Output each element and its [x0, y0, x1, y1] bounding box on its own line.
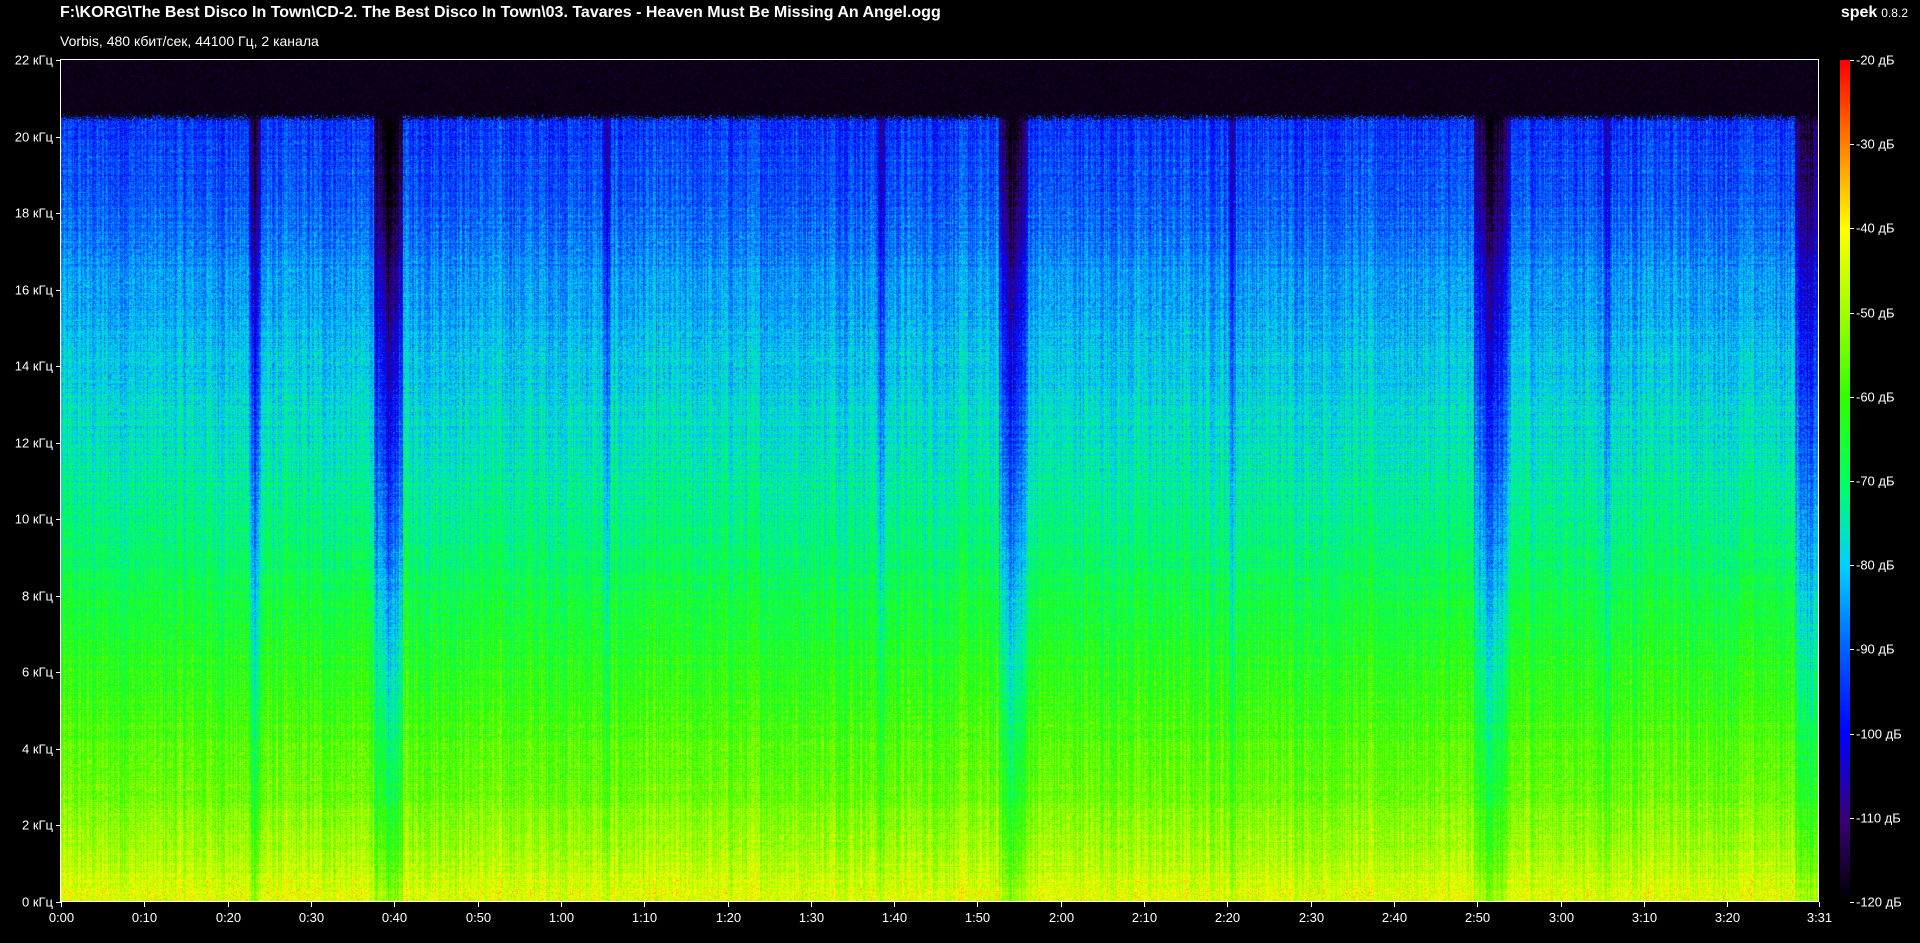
y-tick-label: 16 кГц	[15, 283, 54, 298]
x-tick-label: 0:20	[216, 910, 241, 925]
y-axis: 0 кГц 2 кГц 4 кГц 6 кГц 8 кГц 10 кГц 12 кГц 14 …	[15, 53, 61, 910]
x-tick-label: 2:10	[1132, 910, 1157, 925]
y-tick-label: 22 кГц	[15, 53, 54, 68]
x-tick-label: 3:00	[1549, 910, 1574, 925]
file-path-title: F:\KORG\The Best Disco In Town\CD-2. The…	[60, 4, 941, 21]
x-tick-label: 0:30	[299, 910, 324, 925]
x-tick-label: 2:30	[1299, 910, 1324, 925]
y-tick-label: 10 кГц	[15, 512, 54, 527]
y-tick-label: 2 кГц	[22, 818, 54, 833]
x-tick-label: 2:50	[1465, 910, 1490, 925]
x-tick-label: 0:40	[382, 910, 407, 925]
colorbar-tick-label: -40 дБ	[1856, 221, 1895, 236]
x-tick-label: 0:10	[132, 910, 157, 925]
x-tick-label: 2:20	[1215, 910, 1240, 925]
colorbar-axis: -20 дБ -30 дБ -40 дБ -50 дБ -60 дБ -70 дБ -80 …	[1850, 53, 1902, 910]
y-tick-label: 12 кГц	[15, 436, 54, 451]
app-version: 0.8.2	[1881, 6, 1908, 20]
x-tick-label: 2:00	[1049, 910, 1074, 925]
spectrogram-image	[61, 60, 1819, 902]
app-brand: spek 0.8.2	[1841, 4, 1908, 22]
colorbar-tick-label: -110 дБ	[1856, 811, 1901, 826]
stream-info: Vorbis, 480 кбит/сек, 44100 Гц, 2 канала	[60, 33, 319, 49]
colorbar-tick-label: -80 дБ	[1856, 558, 1895, 573]
y-tick-label: 4 кГц	[22, 742, 54, 757]
y-tick-label: 8 кГц	[22, 589, 54, 604]
colorbar-tick-label: -30 дБ	[1856, 137, 1895, 152]
y-tick-label: 14 кГц	[15, 359, 54, 374]
spek-window: F:\KORG\The Best Disco In Town\CD-2. The…	[0, 0, 1920, 943]
y-tick-label: 18 кГц	[15, 206, 54, 221]
x-axis: 0:00 0:10 0:20 0:30 0:40 0:50 1:00 1:10 1:20 1:30…	[49, 902, 1832, 925]
colorbar-tick-label: -50 дБ	[1856, 306, 1895, 321]
x-tick-label: 3:10	[1632, 910, 1657, 925]
colorbar-tick-label: -60 дБ	[1856, 390, 1895, 405]
colorbar-tick-label: -100 дБ	[1856, 727, 1902, 742]
x-tick-label: 3:20	[1715, 910, 1740, 925]
y-tick-label: 20 кГц	[15, 130, 54, 145]
x-tick-label: 0:00	[49, 910, 74, 925]
x-tick-label: 1:50	[965, 910, 990, 925]
colorbar-tick-label: -120 дБ	[1856, 895, 1902, 910]
x-tick-label: 1:20	[716, 910, 741, 925]
colorbar	[1840, 60, 1850, 902]
app-name: spek	[1840, 4, 1878, 21]
x-tick-label: 1:10	[632, 910, 657, 925]
x-tick-label: 1:00	[549, 910, 574, 925]
spectrogram-plot	[61, 60, 1819, 902]
x-tick-label: 1:30	[799, 910, 824, 925]
x-tick-label: 1:40	[882, 910, 907, 925]
colorbar-tick-label: -70 дБ	[1856, 474, 1895, 489]
y-tick-label: 6 кГц	[22, 665, 54, 680]
x-tick-label: 0:50	[466, 910, 491, 925]
x-tick-label: 2:40	[1382, 910, 1407, 925]
x-tick-label: 3:31	[1807, 910, 1832, 925]
colorbar-tick-label: -90 дБ	[1856, 642, 1895, 657]
colorbar-tick-label: -20 дБ	[1856, 53, 1895, 68]
y-tick-label: 0 кГц	[22, 895, 54, 910]
